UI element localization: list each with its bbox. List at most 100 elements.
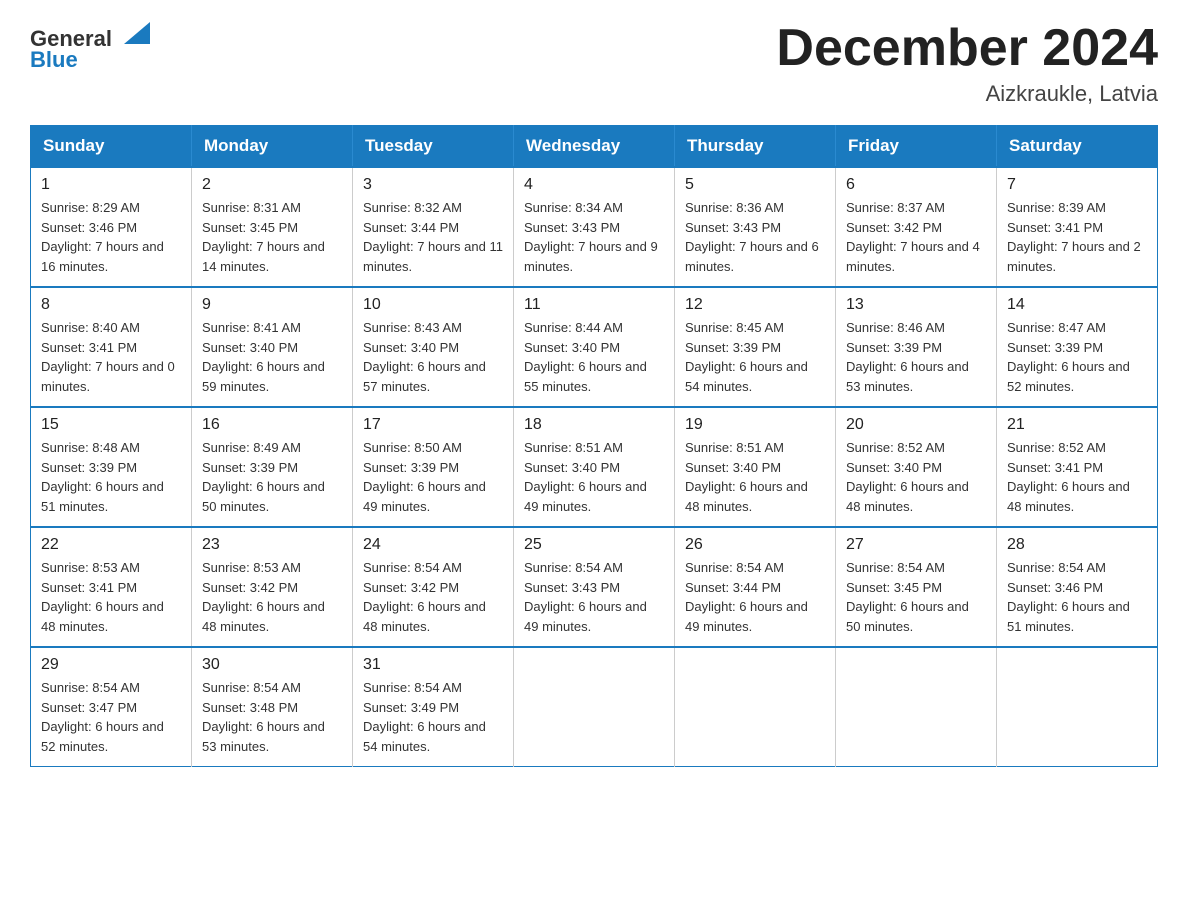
sunset-label: Sunset: 3:40 PM xyxy=(685,460,781,475)
sunset-label: Sunset: 3:41 PM xyxy=(1007,460,1103,475)
sunrise-label: Sunrise: 8:41 AM xyxy=(202,320,301,335)
calendar-cell: 19 Sunrise: 8:51 AM Sunset: 3:40 PM Dayl… xyxy=(675,407,836,527)
sunset-label: Sunset: 3:45 PM xyxy=(202,220,298,235)
daylight-label: Daylight: 6 hours and 54 minutes. xyxy=(685,359,808,394)
daylight-label: Daylight: 7 hours and 4 minutes. xyxy=(846,239,980,274)
day-info: Sunrise: 8:53 AM Sunset: 3:42 PM Dayligh… xyxy=(202,558,342,636)
calendar-week-row: 8 Sunrise: 8:40 AM Sunset: 3:41 PM Dayli… xyxy=(31,287,1158,407)
sunrise-label: Sunrise: 8:53 AM xyxy=(202,560,301,575)
sunset-label: Sunset: 3:39 PM xyxy=(41,460,137,475)
daylight-label: Daylight: 6 hours and 49 minutes. xyxy=(524,479,647,514)
daylight-label: Daylight: 6 hours and 52 minutes. xyxy=(41,719,164,754)
weekday-header-saturday: Saturday xyxy=(997,126,1158,168)
sunrise-label: Sunrise: 8:54 AM xyxy=(685,560,784,575)
day-info: Sunrise: 8:48 AM Sunset: 3:39 PM Dayligh… xyxy=(41,438,181,516)
calendar-cell xyxy=(675,647,836,767)
logo: General Blue xyxy=(30,20,152,73)
daylight-label: Daylight: 7 hours and 11 minutes. xyxy=(363,239,503,274)
calendar-cell: 12 Sunrise: 8:45 AM Sunset: 3:39 PM Dayl… xyxy=(675,287,836,407)
day-info: Sunrise: 8:52 AM Sunset: 3:40 PM Dayligh… xyxy=(846,438,986,516)
sunset-label: Sunset: 3:39 PM xyxy=(202,460,298,475)
calendar-cell xyxy=(997,647,1158,767)
page-header: General Blue December 2024 Aizkraukle, L… xyxy=(30,20,1158,107)
calendar-cell: 2 Sunrise: 8:31 AM Sunset: 3:45 PM Dayli… xyxy=(192,167,353,287)
sunrise-label: Sunrise: 8:40 AM xyxy=(41,320,140,335)
day-number: 23 xyxy=(202,536,342,554)
calendar-cell: 21 Sunrise: 8:52 AM Sunset: 3:41 PM Dayl… xyxy=(997,407,1158,527)
daylight-label: Daylight: 6 hours and 53 minutes. xyxy=(846,359,969,394)
calendar-cell: 5 Sunrise: 8:36 AM Sunset: 3:43 PM Dayli… xyxy=(675,167,836,287)
day-info: Sunrise: 8:39 AM Sunset: 3:41 PM Dayligh… xyxy=(1007,198,1147,276)
day-info: Sunrise: 8:31 AM Sunset: 3:45 PM Dayligh… xyxy=(202,198,342,276)
calendar-cell: 20 Sunrise: 8:52 AM Sunset: 3:40 PM Dayl… xyxy=(836,407,997,527)
day-number: 20 xyxy=(846,416,986,434)
day-info: Sunrise: 8:54 AM Sunset: 3:42 PM Dayligh… xyxy=(363,558,503,636)
calendar-cell: 6 Sunrise: 8:37 AM Sunset: 3:42 PM Dayli… xyxy=(836,167,997,287)
title-block: December 2024 Aizkraukle, Latvia xyxy=(776,20,1158,107)
calendar-cell: 9 Sunrise: 8:41 AM Sunset: 3:40 PM Dayli… xyxy=(192,287,353,407)
day-info: Sunrise: 8:37 AM Sunset: 3:42 PM Dayligh… xyxy=(846,198,986,276)
sunset-label: Sunset: 3:39 PM xyxy=(1007,340,1103,355)
calendar-cell: 15 Sunrise: 8:48 AM Sunset: 3:39 PM Dayl… xyxy=(31,407,192,527)
sunrise-label: Sunrise: 8:31 AM xyxy=(202,200,301,215)
sunset-label: Sunset: 3:42 PM xyxy=(363,580,459,595)
day-info: Sunrise: 8:44 AM Sunset: 3:40 PM Dayligh… xyxy=(524,318,664,396)
daylight-label: Daylight: 7 hours and 2 minutes. xyxy=(1007,239,1141,274)
day-number: 10 xyxy=(363,296,503,314)
day-number: 25 xyxy=(524,536,664,554)
daylight-label: Daylight: 7 hours and 6 minutes. xyxy=(685,239,819,274)
sunset-label: Sunset: 3:46 PM xyxy=(1007,580,1103,595)
calendar-cell: 29 Sunrise: 8:54 AM Sunset: 3:47 PM Dayl… xyxy=(31,647,192,767)
calendar-week-row: 15 Sunrise: 8:48 AM Sunset: 3:39 PM Dayl… xyxy=(31,407,1158,527)
sunrise-label: Sunrise: 8:37 AM xyxy=(846,200,945,215)
sunset-label: Sunset: 3:40 PM xyxy=(846,460,942,475)
sunset-label: Sunset: 3:40 PM xyxy=(524,460,620,475)
day-number: 27 xyxy=(846,536,986,554)
calendar-cell: 4 Sunrise: 8:34 AM Sunset: 3:43 PM Dayli… xyxy=(514,167,675,287)
day-number: 18 xyxy=(524,416,664,434)
sunrise-label: Sunrise: 8:32 AM xyxy=(363,200,462,215)
sunset-label: Sunset: 3:43 PM xyxy=(524,220,620,235)
day-number: 6 xyxy=(846,176,986,194)
sunrise-label: Sunrise: 8:29 AM xyxy=(41,200,140,215)
day-number: 12 xyxy=(685,296,825,314)
day-number: 3 xyxy=(363,176,503,194)
calendar-cell: 26 Sunrise: 8:54 AM Sunset: 3:44 PM Dayl… xyxy=(675,527,836,647)
calendar-cell: 27 Sunrise: 8:54 AM Sunset: 3:45 PM Dayl… xyxy=(836,527,997,647)
day-number: 11 xyxy=(524,296,664,314)
calendar-cell: 28 Sunrise: 8:54 AM Sunset: 3:46 PM Dayl… xyxy=(997,527,1158,647)
day-info: Sunrise: 8:54 AM Sunset: 3:46 PM Dayligh… xyxy=(1007,558,1147,636)
weekday-header-friday: Friday xyxy=(836,126,997,168)
calendar-cell: 30 Sunrise: 8:54 AM Sunset: 3:48 PM Dayl… xyxy=(192,647,353,767)
sunset-label: Sunset: 3:44 PM xyxy=(363,220,459,235)
calendar-cell: 13 Sunrise: 8:46 AM Sunset: 3:39 PM Dayl… xyxy=(836,287,997,407)
daylight-label: Daylight: 7 hours and 0 minutes. xyxy=(41,359,175,394)
day-info: Sunrise: 8:43 AM Sunset: 3:40 PM Dayligh… xyxy=(363,318,503,396)
sunset-label: Sunset: 3:43 PM xyxy=(685,220,781,235)
daylight-label: Daylight: 6 hours and 48 minutes. xyxy=(1007,479,1130,514)
weekday-header-row: SundayMondayTuesdayWednesdayThursdayFrid… xyxy=(31,126,1158,168)
day-info: Sunrise: 8:47 AM Sunset: 3:39 PM Dayligh… xyxy=(1007,318,1147,396)
day-number: 26 xyxy=(685,536,825,554)
daylight-label: Daylight: 6 hours and 48 minutes. xyxy=(41,599,164,634)
daylight-label: Daylight: 6 hours and 51 minutes. xyxy=(1007,599,1130,634)
day-info: Sunrise: 8:36 AM Sunset: 3:43 PM Dayligh… xyxy=(685,198,825,276)
daylight-label: Daylight: 7 hours and 16 minutes. xyxy=(41,239,164,274)
weekday-header-tuesday: Tuesday xyxy=(353,126,514,168)
daylight-label: Daylight: 6 hours and 49 minutes. xyxy=(363,479,486,514)
day-number: 14 xyxy=(1007,296,1147,314)
daylight-label: Daylight: 7 hours and 9 minutes. xyxy=(524,239,658,274)
daylight-label: Daylight: 6 hours and 49 minutes. xyxy=(685,599,808,634)
day-number: 1 xyxy=(41,176,181,194)
sunrise-label: Sunrise: 8:51 AM xyxy=(685,440,784,455)
day-number: 7 xyxy=(1007,176,1147,194)
sunrise-label: Sunrise: 8:46 AM xyxy=(846,320,945,335)
daylight-label: Daylight: 6 hours and 48 minutes. xyxy=(685,479,808,514)
location-title: Aizkraukle, Latvia xyxy=(776,81,1158,107)
day-info: Sunrise: 8:54 AM Sunset: 3:49 PM Dayligh… xyxy=(363,678,503,756)
sunset-label: Sunset: 3:41 PM xyxy=(41,340,137,355)
day-number: 4 xyxy=(524,176,664,194)
day-number: 8 xyxy=(41,296,181,314)
daylight-label: Daylight: 7 hours and 14 minutes. xyxy=(202,239,325,274)
day-info: Sunrise: 8:52 AM Sunset: 3:41 PM Dayligh… xyxy=(1007,438,1147,516)
